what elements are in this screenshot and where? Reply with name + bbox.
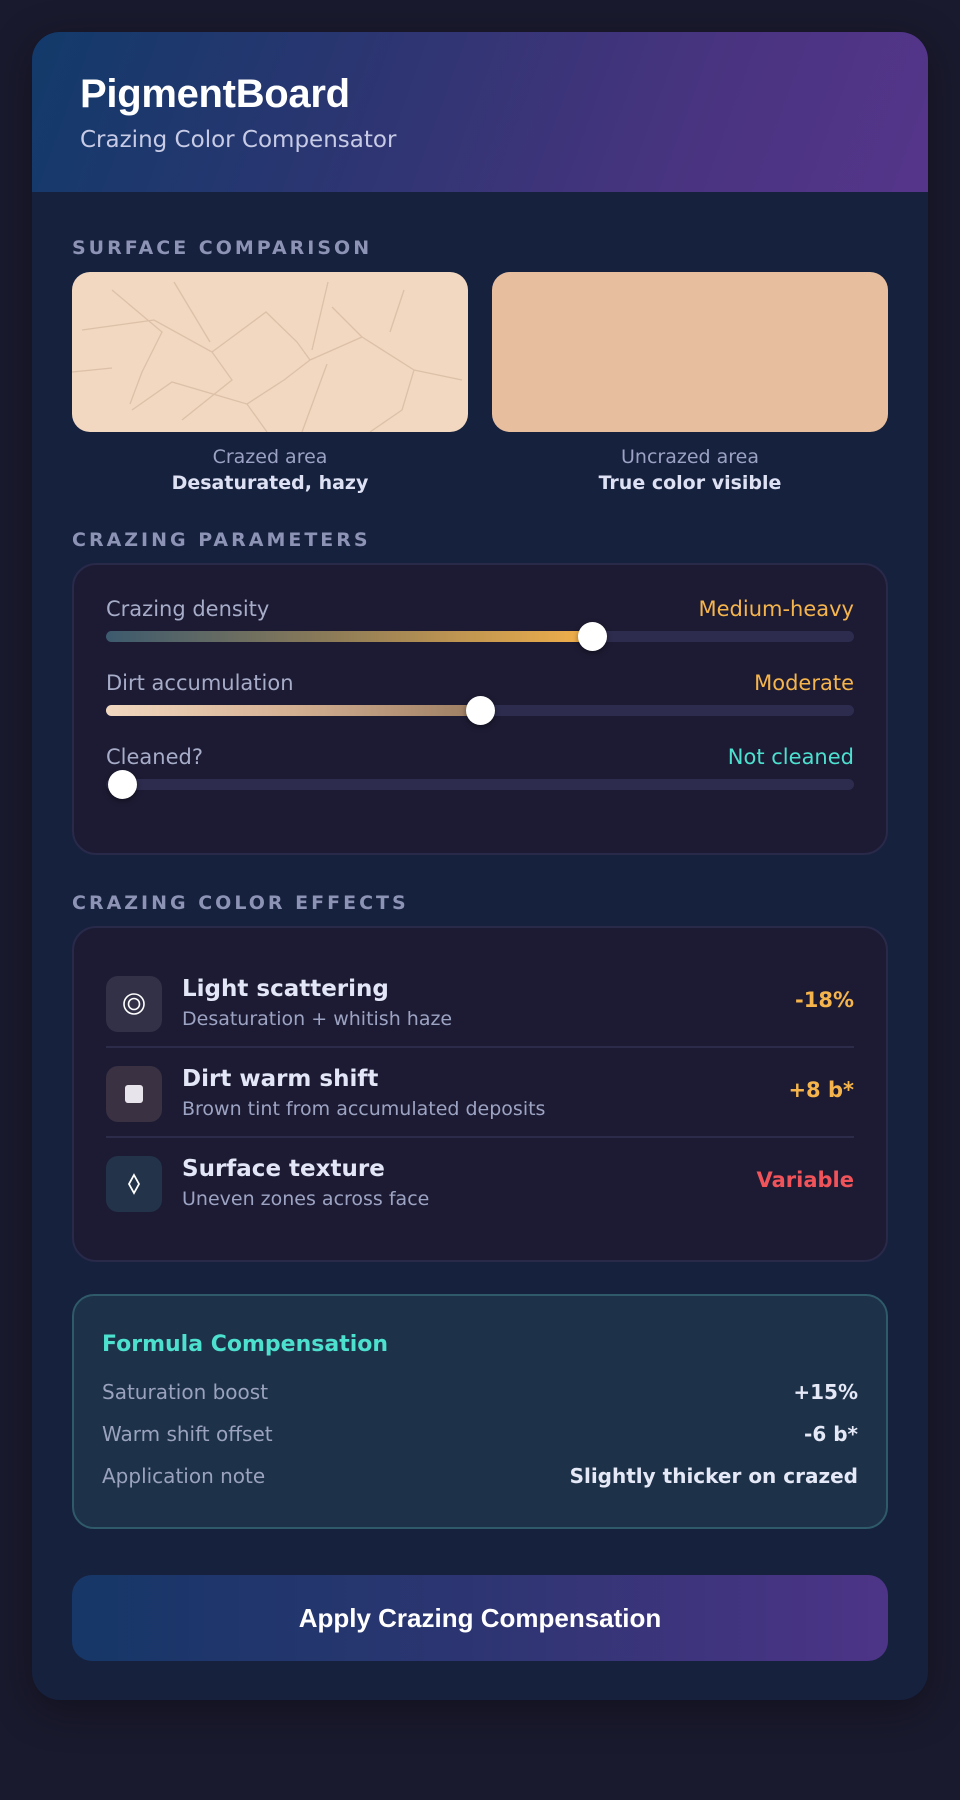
light-scatter-icon bbox=[106, 976, 162, 1032]
slider-fill bbox=[106, 705, 480, 716]
effect-row-surface-texture: Surface texture Uneven zones across face… bbox=[106, 1138, 854, 1228]
slider-track[interactable] bbox=[106, 696, 854, 725]
effect-title: Light scattering bbox=[182, 976, 389, 1002]
compensation-key: Warm shift offset bbox=[102, 1422, 273, 1446]
app-title: PigmentBoard bbox=[80, 72, 350, 116]
effect-row-light-scattering: Light scattering Desaturation + whitish … bbox=[106, 958, 854, 1048]
slider-label: Crazing density bbox=[106, 597, 270, 621]
slider-value: Not cleaned bbox=[727, 745, 854, 769]
parameters-panel: Crazing density Medium-heavy Dirt accumu… bbox=[72, 563, 888, 855]
app-subtitle: Crazing Color Compensator bbox=[80, 127, 397, 153]
effect-description: Brown tint from accumulated deposits bbox=[182, 1098, 546, 1120]
compensation-value: +15% bbox=[793, 1380, 858, 1404]
effect-title: Surface texture bbox=[182, 1156, 385, 1182]
craze-lines bbox=[72, 281, 463, 432]
crazed-caption-note: Desaturated, hazy bbox=[171, 472, 369, 494]
slider-label: Cleaned? bbox=[106, 745, 203, 769]
color-effects-label: CRAZING COLOR EFFECTS bbox=[72, 892, 409, 914]
compensation-value: -6 b* bbox=[804, 1422, 858, 1446]
crazed-swatch bbox=[72, 272, 468, 432]
effect-amount: Variable bbox=[756, 1168, 854, 1192]
uncrazed-caption-label: Uncrazed area bbox=[621, 446, 759, 468]
slider-label: Dirt accumulation bbox=[106, 671, 294, 695]
apply-compensation-button[interactable]: Apply Crazing Compensation bbox=[72, 1575, 888, 1661]
surface-comparison-label: SURFACE COMPARISON bbox=[72, 237, 373, 259]
effect-amount: -18% bbox=[795, 988, 854, 1012]
dirt-accumulation-slider[interactable]: Dirt accumulation Moderate bbox=[106, 671, 854, 731]
uncrazed-caption: Uncrazed area True color visible bbox=[492, 446, 888, 494]
effects-panel: Light scattering Desaturation + whitish … bbox=[72, 926, 888, 1262]
formula-compensation-heading: Formula Compensation bbox=[102, 1332, 389, 1357]
effect-description: Uneven zones across face bbox=[182, 1188, 430, 1210]
app-header: PigmentBoard Crazing Color Compensator bbox=[32, 32, 928, 192]
slider-track[interactable] bbox=[106, 622, 854, 651]
compensation-row-saturation: Saturation boost +15% bbox=[102, 1380, 858, 1410]
diamond-texture-icon bbox=[106, 1156, 162, 1212]
uncrazed-swatch bbox=[492, 272, 888, 432]
slider-value: Medium-heavy bbox=[698, 597, 854, 621]
effect-title: Dirt warm shift bbox=[182, 1066, 379, 1092]
effect-row-dirt-warm-shift: Dirt warm shift Brown tint from accumula… bbox=[106, 1048, 854, 1138]
crazed-caption-label: Crazed area bbox=[212, 446, 328, 468]
compensation-row-warm-shift: Warm shift offset -6 b* bbox=[102, 1422, 858, 1452]
crazed-caption: Crazed area Desaturated, hazy bbox=[72, 446, 468, 494]
formula-compensation-panel: Formula Compensation Saturation boost +1… bbox=[72, 1294, 888, 1529]
slider-fill bbox=[106, 631, 593, 642]
effect-amount: +8 b* bbox=[788, 1078, 854, 1102]
slider-thumb[interactable] bbox=[466, 696, 495, 725]
slider-track[interactable] bbox=[106, 770, 854, 799]
slider-value: Moderate bbox=[754, 671, 854, 695]
crazing-parameters-label: CRAZING PARAMETERS bbox=[72, 529, 371, 551]
crazing-density-slider[interactable]: Crazing density Medium-heavy bbox=[106, 597, 854, 657]
compensation-key: Application note bbox=[102, 1464, 266, 1488]
effect-description: Desaturation + whitish haze bbox=[182, 1008, 453, 1030]
slider-thumb[interactable] bbox=[108, 770, 137, 799]
app-card: PigmentBoard Crazing Color Compensator S… bbox=[32, 32, 928, 1700]
cleaned-slider[interactable]: Cleaned? Not cleaned bbox=[106, 745, 854, 805]
compensation-key: Saturation boost bbox=[102, 1380, 269, 1404]
slider-thumb[interactable] bbox=[578, 622, 608, 651]
uncrazed-caption-note: True color visible bbox=[598, 472, 782, 494]
compensation-value: Slightly thicker on crazed bbox=[569, 1464, 858, 1488]
dirt-square-icon bbox=[106, 1066, 162, 1122]
compensation-row-application-note: Application note Slightly thicker on cra… bbox=[102, 1464, 858, 1494]
